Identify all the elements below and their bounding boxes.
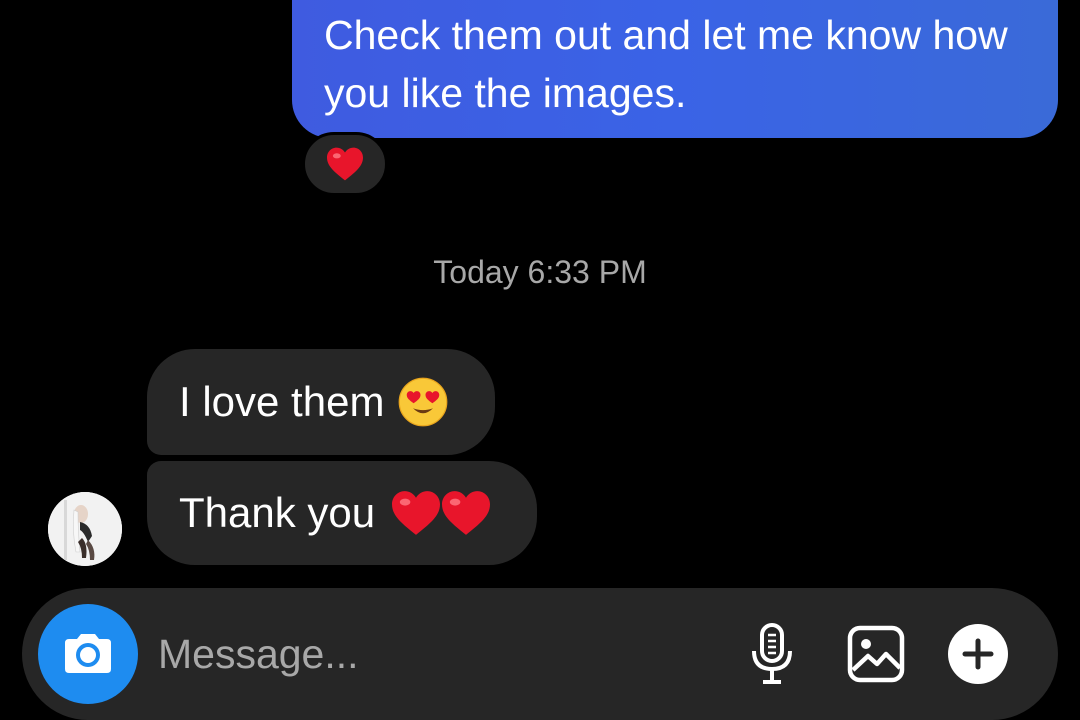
voice-message-button[interactable] <box>736 618 808 690</box>
heart-eyes-emoji-icon <box>399 377 448 427</box>
heart-reaction[interactable] <box>302 132 388 196</box>
message-composer <box>22 588 1058 720</box>
gallery-button[interactable] <box>840 618 912 690</box>
heart-icon <box>392 491 441 535</box>
incoming-message-text: I love them <box>179 378 385 425</box>
incoming-message-bubble[interactable]: Thank you <box>147 461 537 565</box>
message-input[interactable] <box>158 622 718 686</box>
sender-avatar[interactable] <box>48 492 122 566</box>
heart-icon <box>442 491 491 535</box>
camera-button[interactable] <box>38 604 138 704</box>
microphone-icon <box>752 623 792 684</box>
camera-icon <box>65 634 111 673</box>
gallery-icon <box>847 625 905 683</box>
plus-icon <box>948 624 1008 684</box>
chat-screen: Check them out and let me know how you l… <box>0 0 1080 720</box>
message-timestamp: Today 6:33 PM <box>433 254 647 290</box>
heart-icon <box>327 147 363 181</box>
outgoing-message-text: Check them out and let me know how you l… <box>324 12 1008 116</box>
more-options-button[interactable] <box>942 618 1014 690</box>
incoming-message-text: Thank you <box>179 489 376 536</box>
avatar-photo <box>48 492 122 566</box>
outgoing-message-bubble[interactable]: Check them out and let me know how you l… <box>292 0 1058 138</box>
incoming-message-bubble[interactable]: I love them <box>147 349 495 455</box>
